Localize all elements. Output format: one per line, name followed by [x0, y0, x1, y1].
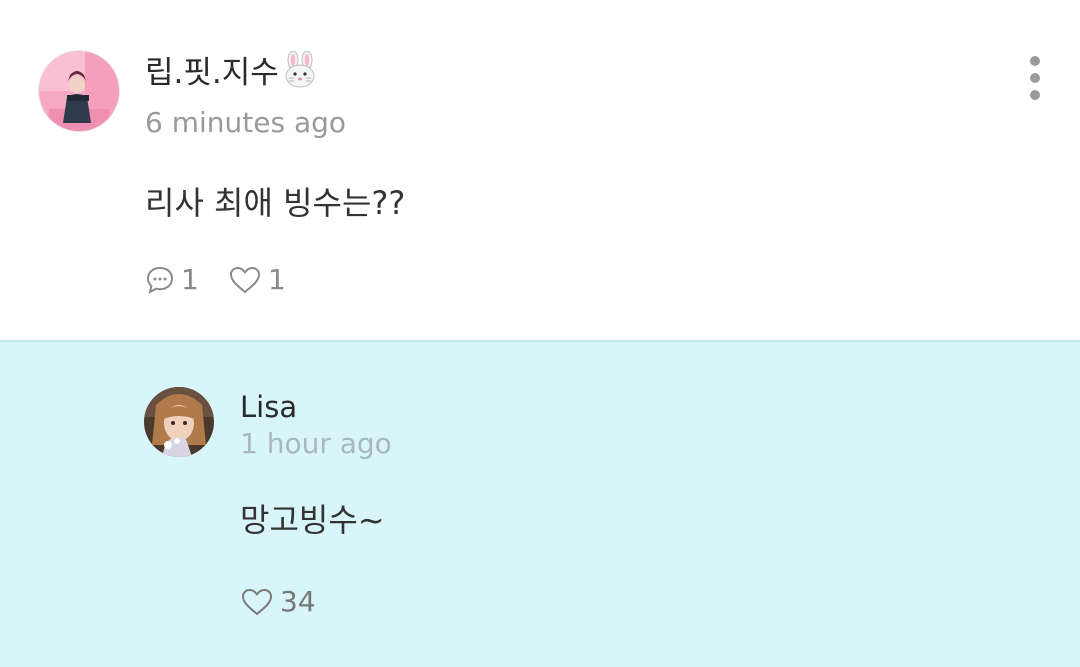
avatar[interactable] [39, 51, 119, 131]
comment-card: 립.핏.지수 6 minutes ago 리사 최애 빙수는?? 1 1 [0, 0, 1080, 340]
speech-bubble-icon [146, 266, 174, 294]
comment-username[interactable]: 립.핏.지수 [145, 50, 319, 98]
heart-icon [229, 266, 261, 294]
comment-timestamp: 6 minutes ago [145, 106, 347, 139]
more-vertical-icon-dot [1030, 90, 1040, 100]
avatar[interactable] [144, 387, 214, 457]
more-vertical-icon [1030, 56, 1040, 66]
like-button[interactable]: 1 [228, 264, 286, 296]
reply-card: Lisa 1 hour ago 망고빙수~ 34 [0, 340, 1080, 667]
like-count: 1 [268, 263, 286, 296]
comment-thread-screen: 립.핏.지수 6 minutes ago 리사 최애 빙수는?? 1 1 Lis… [0, 0, 1080, 667]
reply-like-button[interactable]: 34 [240, 586, 316, 618]
reply-body: 망고빙수~ [240, 501, 385, 539]
more-vertical-icon-dot [1030, 73, 1040, 83]
rabbit-face-icon [281, 50, 319, 98]
comment-body: 리사 최애 빙수는?? [145, 184, 406, 222]
reply-count-button[interactable]: 1 [145, 264, 199, 296]
reply-count: 1 [181, 263, 199, 296]
reply-like-count: 34 [280, 585, 316, 618]
username-text: 립.핏.지수 [145, 55, 279, 91]
reply-username[interactable]: Lisa [240, 388, 297, 426]
heart-icon [241, 588, 273, 616]
reply-timestamp: 1 hour ago [240, 427, 392, 460]
more-options-button[interactable] [1020, 54, 1050, 102]
